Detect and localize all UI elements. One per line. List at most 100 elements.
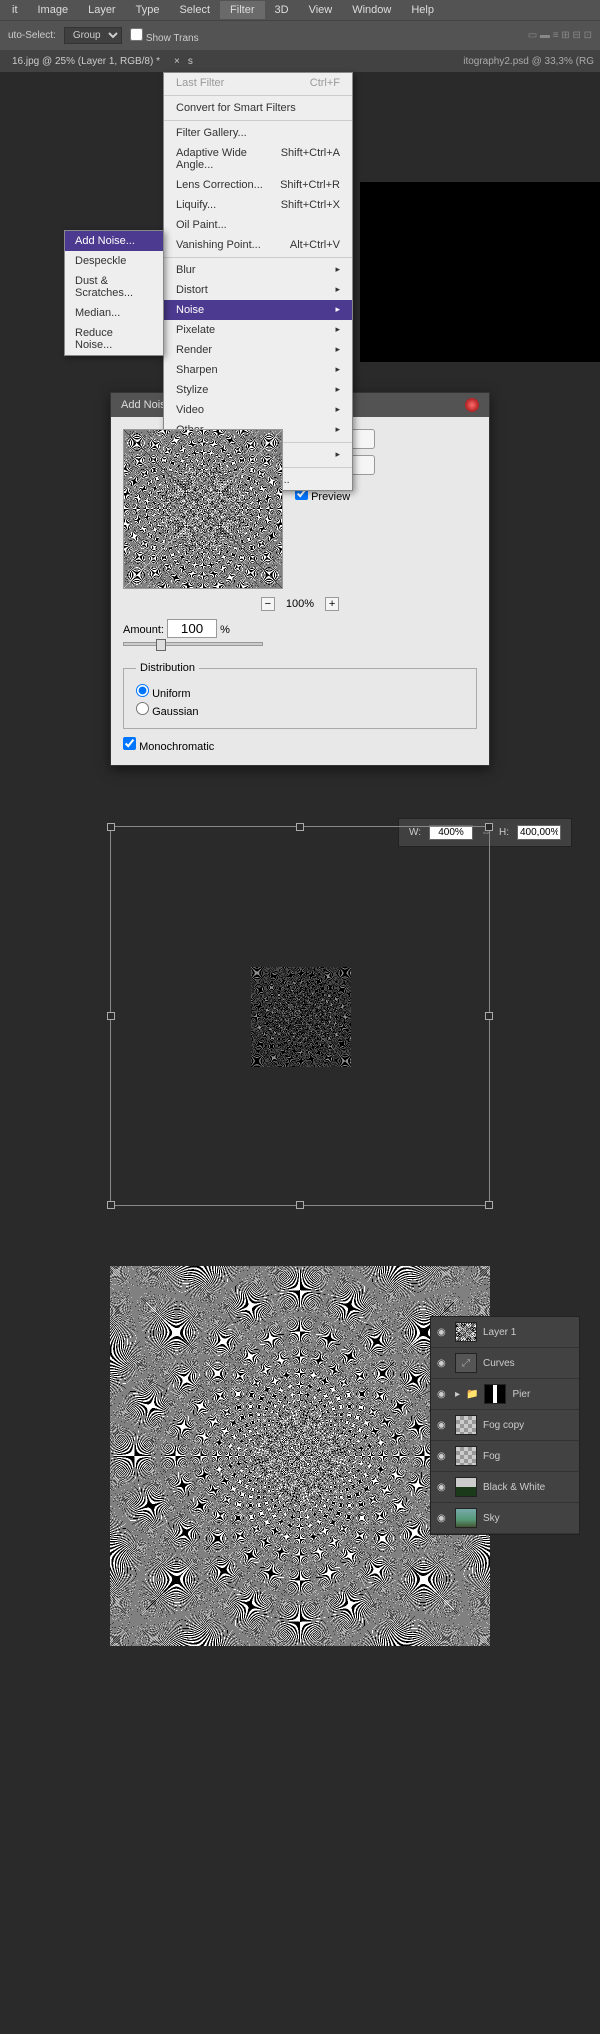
menu-oil[interactable]: Oil Paint...: [164, 215, 352, 235]
layer-name: Layer 1: [483, 1327, 516, 1338]
layer-row[interactable]: ◉ Fog copy: [431, 1410, 579, 1441]
visibility-icon[interactable]: ◉: [437, 1389, 449, 1400]
visibility-icon[interactable]: ◉: [437, 1513, 449, 1524]
menu-filter-gallery[interactable]: Filter Gallery...: [164, 123, 352, 143]
options-bar: uto-Select: Group Show Trans ▭ ▬ ≡ ⊞ ⊟ ⊡: [0, 20, 600, 50]
show-transform-checkbox[interactable]: Show Trans: [130, 28, 199, 44]
tab-2[interactable]: itography2.psd @ 33,3% (RG: [457, 53, 600, 70]
handle-tl[interactable]: [107, 823, 115, 831]
layer-row[interactable]: ◉ Layer 1: [431, 1317, 579, 1348]
expand-icon[interactable]: ▸: [455, 1389, 460, 1400]
submenu-median[interactable]: Median...: [65, 303, 163, 323]
gaussian-radio[interactable]: Gaussian: [136, 702, 464, 718]
menu-layer[interactable]: Layer: [78, 1, 126, 19]
submenu-add-noise[interactable]: Add Noise...: [65, 231, 163, 251]
layer-row[interactable]: ◉ Sky: [431, 1503, 579, 1534]
handle-bl[interactable]: [107, 1201, 115, 1209]
menu-help[interactable]: Help: [401, 1, 444, 19]
tab-sep: s: [188, 56, 193, 67]
layer-thumb: [455, 1322, 477, 1342]
noise-submenu: Add Noise... Despeckle Dust & Scratches.…: [64, 230, 164, 356]
zoom-out-button[interactable]: −: [261, 597, 275, 611]
submenu-despeckle[interactable]: Despeckle: [65, 251, 163, 271]
menu-lens[interactable]: Lens Correction...Shift+Ctrl+R: [164, 175, 352, 195]
amount-input[interactable]: [167, 619, 217, 638]
menu-liquify[interactable]: Liquify...Shift+Ctrl+X: [164, 195, 352, 215]
visibility-icon[interactable]: ◉: [437, 1358, 449, 1369]
curves-icon: ⤢: [455, 1353, 477, 1373]
layer-name: Fog: [483, 1451, 500, 1462]
handle-br[interactable]: [485, 1201, 493, 1209]
close-icon[interactable]: [465, 398, 479, 412]
align-icons: ▭ ▬ ≡ ⊞ ⊟ ⊡: [528, 30, 592, 41]
menu-adaptive[interactable]: Adaptive Wide Angle...Shift+Ctrl+A: [164, 143, 352, 175]
noise-preview: [123, 429, 283, 589]
slider-thumb[interactable]: [156, 639, 166, 651]
submenu-reduce-noise[interactable]: Reduce Noise...: [65, 323, 163, 355]
handle-tr[interactable]: [485, 823, 493, 831]
handle-t[interactable]: [296, 823, 304, 831]
autoselect-dropdown[interactable]: Group: [64, 27, 122, 44]
menu-window[interactable]: Window: [342, 1, 401, 19]
layer-row[interactable]: ◉ Fog: [431, 1441, 579, 1472]
height-label: H:: [499, 827, 509, 838]
menu-filter[interactable]: Filter: [220, 1, 264, 19]
distribution-legend: Distribution: [136, 662, 199, 674]
layer-name: Fog copy: [483, 1420, 524, 1431]
layer-name: Sky: [483, 1513, 500, 1524]
handle-r[interactable]: [485, 1012, 493, 1020]
percent-label: %: [220, 624, 230, 636]
menu-noise[interactable]: Noise: [164, 300, 352, 320]
height-input[interactable]: [517, 825, 561, 840]
layer-thumb: [455, 1415, 477, 1435]
document-tabs: 16.jpg @ 25% (Layer 1, RGB/8) * × s itog…: [0, 50, 600, 72]
menu-select[interactable]: Select: [169, 1, 220, 19]
handle-l[interactable]: [107, 1012, 115, 1020]
menu-sharpen[interactable]: Sharpen: [164, 360, 352, 380]
noise-layer-preview: [251, 967, 351, 1067]
menu-view[interactable]: View: [299, 1, 343, 19]
transform-bounding-box[interactable]: [110, 826, 490, 1206]
layer-row[interactable]: ◉ Black & White: [431, 1472, 579, 1503]
layer-row[interactable]: ◉ ▸ 📁 Pier: [431, 1379, 579, 1410]
menu-last-filter: Last FilterCtrl+F: [164, 73, 352, 93]
layer-name: Pier: [512, 1389, 530, 1400]
visibility-icon[interactable]: ◉: [437, 1482, 449, 1493]
menu-image[interactable]: Image: [28, 1, 79, 19]
submenu-dust[interactable]: Dust & Scratches...: [65, 271, 163, 303]
autoselect-label: uto-Select:: [8, 30, 56, 41]
black-canvas: [360, 182, 600, 362]
canvas-with-menus: Last FilterCtrl+F Convert for Smart Filt…: [0, 72, 600, 362]
menu-type[interactable]: Type: [126, 1, 170, 19]
tab-close-icon[interactable]: ×: [174, 56, 180, 67]
folder-icon: 📁: [466, 1389, 478, 1400]
mask-thumb: [484, 1384, 506, 1404]
handle-b[interactable]: [296, 1201, 304, 1209]
monochromatic-checkbox[interactable]: Monochromatic: [123, 741, 214, 753]
menu-edit[interactable]: it: [2, 1, 28, 19]
uniform-radio[interactable]: Uniform: [136, 684, 464, 700]
distribution-fieldset: Distribution Uniform Gaussian: [123, 662, 477, 729]
layer-row[interactable]: ◉⤢Curves: [431, 1348, 579, 1379]
menu-3d[interactable]: 3D: [265, 1, 299, 19]
zoom-in-button[interactable]: +: [325, 597, 339, 611]
menu-blur[interactable]: Blur: [164, 260, 352, 280]
menu-stylize[interactable]: Stylize: [164, 380, 352, 400]
visibility-icon[interactable]: ◉: [437, 1451, 449, 1462]
visibility-icon[interactable]: ◉: [437, 1327, 449, 1338]
menu-pixelate[interactable]: Pixelate: [164, 320, 352, 340]
layer-thumb: [455, 1477, 477, 1497]
tab-1[interactable]: 16.jpg @ 25% (Layer 1, RGB/8) *: [6, 53, 166, 70]
layer-name: Black & White: [483, 1482, 545, 1493]
amount-slider[interactable]: [123, 642, 263, 646]
menu-convert-smart[interactable]: Convert for Smart Filters: [164, 98, 352, 118]
visibility-icon[interactable]: ◉: [437, 1420, 449, 1431]
menu-distort[interactable]: Distort: [164, 280, 352, 300]
zoom-level: 100%: [286, 598, 314, 610]
menu-bar: it Image Layer Type Select Filter 3D Vie…: [0, 0, 600, 20]
menu-render[interactable]: Render: [164, 340, 352, 360]
menu-video[interactable]: Video: [164, 400, 352, 420]
layer-thumb: [455, 1446, 477, 1466]
menu-vanishing[interactable]: Vanishing Point...Alt+Ctrl+V: [164, 235, 352, 255]
layer-thumb: [455, 1508, 477, 1528]
